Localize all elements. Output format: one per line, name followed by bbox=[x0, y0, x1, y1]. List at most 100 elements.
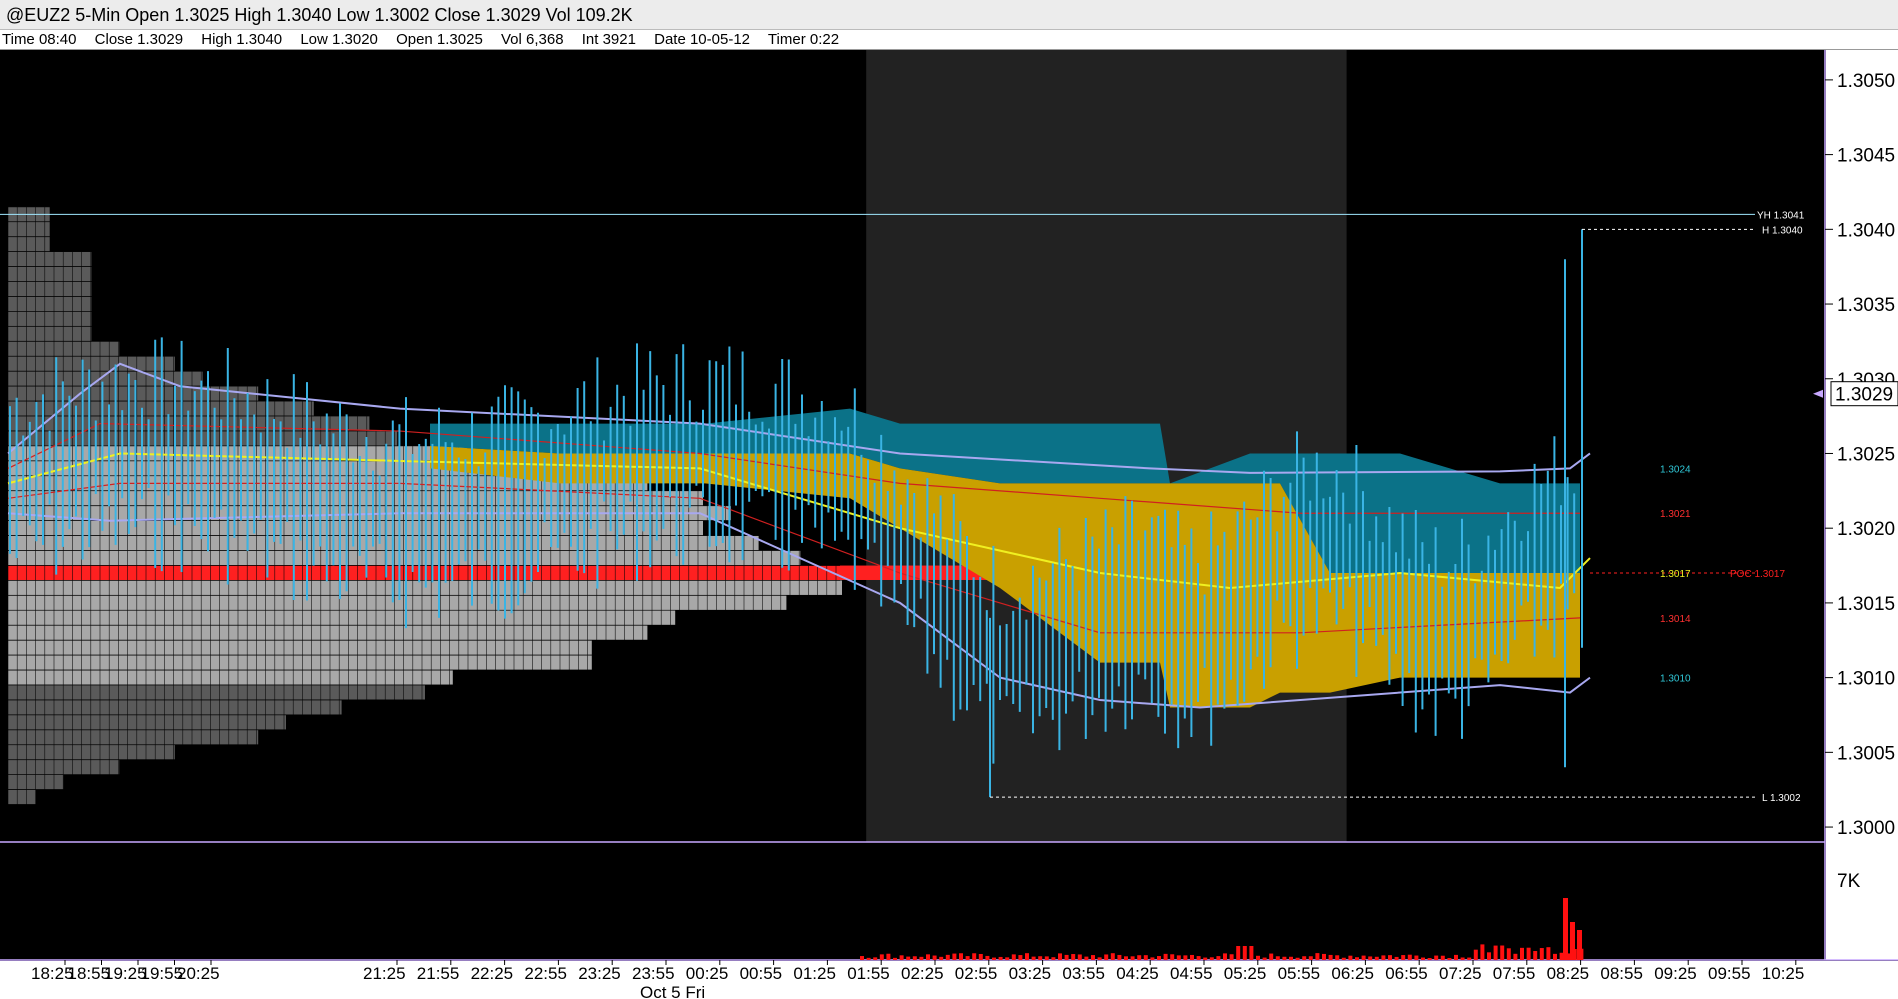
volume-bar bbox=[1388, 955, 1392, 960]
volume-bar bbox=[1480, 944, 1485, 960]
info-high: High 1.3040 bbox=[201, 31, 283, 48]
volume-bar bbox=[1302, 956, 1307, 960]
volume-bar bbox=[1460, 957, 1465, 960]
info-int: Int 3921 bbox=[581, 31, 636, 48]
volume-bar bbox=[1322, 953, 1326, 960]
volume-bar bbox=[992, 957, 996, 960]
info-open: Open 1.3025 bbox=[396, 31, 483, 48]
profile-row bbox=[8, 700, 342, 715]
x-tick-label: 21:55 bbox=[417, 964, 460, 983]
volume-bar bbox=[985, 955, 990, 960]
volume-bar bbox=[1269, 953, 1274, 960]
x-tick-label: 07:55 bbox=[1493, 964, 1536, 983]
volume-bar bbox=[1183, 955, 1188, 960]
info-close: Close 1.3029 bbox=[94, 31, 184, 48]
level-label-yesterday-high: YH 1.3041 bbox=[1757, 210, 1805, 221]
volume-bar bbox=[1011, 954, 1016, 960]
price-chart[interactable]: YH 1.3041 H 1.3040 L 1.3002 POC 1.3017 1.302… bbox=[0, 50, 1898, 999]
profile-row bbox=[8, 311, 92, 326]
y-tick-label: 1.3050 bbox=[1837, 71, 1895, 92]
y-tick-label: 1.3000 bbox=[1837, 818, 1895, 839]
profile-row bbox=[8, 550, 801, 566]
volume-bar bbox=[1348, 955, 1353, 960]
volume-bar bbox=[1084, 956, 1089, 960]
profile-row bbox=[8, 236, 50, 252]
profile-row bbox=[8, 266, 92, 282]
volume-bar bbox=[1190, 954, 1194, 960]
volume-bar bbox=[1500, 945, 1505, 960]
volume-bar bbox=[1196, 956, 1201, 960]
profile-row bbox=[8, 341, 120, 356]
level-label-poc: POC 1.3017 bbox=[1730, 569, 1785, 580]
volume-bar bbox=[1209, 957, 1214, 960]
x-tick-label: 20:25 bbox=[177, 964, 220, 983]
x-tick-label: 09:25 bbox=[1654, 964, 1697, 983]
volume-bar bbox=[1110, 953, 1115, 960]
volume-bar bbox=[1130, 956, 1135, 960]
x-tick-label: 02:25 bbox=[901, 964, 944, 983]
profile-row bbox=[8, 386, 259, 401]
volume-bar bbox=[998, 956, 1003, 960]
volume-bar bbox=[1447, 957, 1452, 960]
volume-bar bbox=[1025, 953, 1029, 960]
volume-bar bbox=[866, 957, 871, 960]
x-tick-label: 08:55 bbox=[1600, 964, 1643, 983]
volume-bar bbox=[959, 953, 963, 960]
volume-bar bbox=[965, 956, 970, 960]
x-tick-label: 02:55 bbox=[955, 964, 998, 983]
current-price-label: 1.3029 bbox=[1835, 385, 1893, 406]
volume-bar bbox=[1203, 957, 1208, 960]
volume-bar bbox=[1526, 947, 1531, 960]
y-tick-label: 1.3015 bbox=[1837, 594, 1895, 615]
volume-bar bbox=[972, 953, 977, 960]
volume-bar bbox=[939, 956, 944, 960]
x-tick-label: 03:55 bbox=[1062, 964, 1105, 983]
chart-title: @EUZ2 5-Min Open 1.3025 High 1.3040 Low … bbox=[6, 5, 633, 25]
x-tick-label: 21:25 bbox=[363, 964, 406, 983]
volume-bar bbox=[1487, 952, 1491, 960]
volume-bars bbox=[860, 898, 1584, 960]
profile-row bbox=[8, 729, 259, 745]
profile-row bbox=[8, 685, 425, 700]
band-label: 1.3021 bbox=[1660, 509, 1691, 520]
volume-bar bbox=[1058, 953, 1062, 960]
volume-bar bbox=[1137, 955, 1142, 960]
y-tick-label: 1.3040 bbox=[1837, 220, 1895, 241]
level-label-low: L 1.3002 bbox=[1762, 793, 1801, 804]
volume-bar bbox=[919, 956, 924, 960]
x-tick-label: 07:25 bbox=[1439, 964, 1482, 983]
info-date: Date 10-05-12 bbox=[654, 31, 751, 48]
volume-bar bbox=[1117, 954, 1122, 960]
volume-bar bbox=[1143, 955, 1148, 960]
volume-bar bbox=[893, 957, 897, 960]
volume-bar bbox=[1044, 956, 1049, 960]
volume-bar bbox=[1236, 946, 1241, 960]
y-tick-label: 1.3035 bbox=[1837, 295, 1895, 316]
volume-bar bbox=[1577, 930, 1582, 960]
volume-bar bbox=[1229, 954, 1234, 960]
x-tick-label: 08:25 bbox=[1547, 964, 1590, 983]
info-timer: Timer 0:22 bbox=[767, 31, 840, 48]
volume-bar bbox=[945, 954, 950, 960]
volume-bar bbox=[1539, 948, 1544, 960]
x-axis-date-label: Oct 5 Fri bbox=[640, 983, 705, 999]
x-tick-label: 05:55 bbox=[1278, 964, 1321, 983]
profile-row bbox=[8, 789, 36, 805]
x-tick-label: 06:25 bbox=[1331, 964, 1374, 983]
profile-row bbox=[8, 610, 676, 625]
volume-bar bbox=[1064, 954, 1069, 960]
volume-bar bbox=[1381, 955, 1386, 960]
volume-bar bbox=[1124, 956, 1128, 960]
volume-bar bbox=[1216, 956, 1221, 960]
volume-bar bbox=[1097, 957, 1102, 960]
y-tick-label: 1.3045 bbox=[1837, 146, 1895, 167]
x-tick-label: 22:25 bbox=[471, 964, 514, 983]
profile-row bbox=[8, 625, 648, 640]
profile-row bbox=[8, 640, 592, 655]
x-tick-label: 03:25 bbox=[1009, 964, 1052, 983]
volume-bar bbox=[1493, 945, 1498, 960]
band-label: 1.3010 bbox=[1660, 674, 1691, 685]
volume-bar bbox=[1157, 956, 1161, 960]
x-tick-label: 23:25 bbox=[578, 964, 621, 983]
volume-bar bbox=[1368, 956, 1373, 960]
